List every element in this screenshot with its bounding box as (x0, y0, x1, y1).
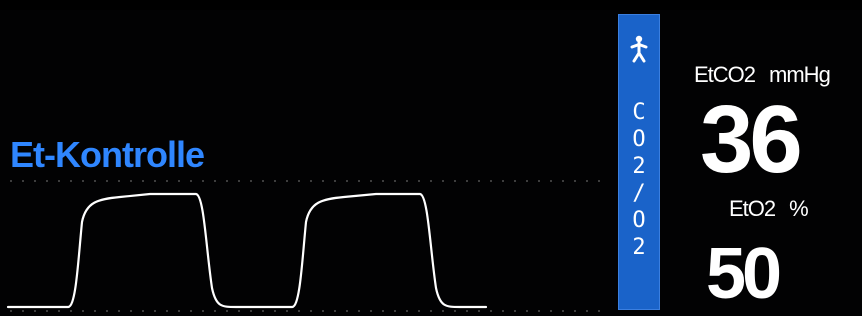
tab-char: O (632, 127, 646, 152)
eto2-unit: % (789, 196, 809, 221)
tab-char: 2 (632, 154, 646, 179)
mode-label: Et-Kontrolle (10, 134, 205, 175)
eto2-value: 50 (706, 234, 782, 314)
tab-char: 2 (632, 235, 646, 260)
tab-char: C (632, 100, 646, 125)
monitor-screen: Et-Kontrolle C O 2 / O 2 EtCO2 mmHg 36 Et… (0, 0, 862, 316)
tab-char: / (632, 181, 646, 206)
tab-char: O (632, 208, 646, 233)
parameter-tab-text: C O 2 / O 2 (632, 99, 645, 261)
eto2-label-row: EtO2% (729, 196, 809, 222)
etco2-label: EtCO2 (694, 62, 756, 87)
patient-icon (630, 35, 648, 63)
capnogram-trace (6, 192, 488, 309)
parameter-tab-co2-o2[interactable]: C O 2 / O 2 (618, 14, 660, 310)
etco2-unit: mmHg (769, 62, 831, 87)
etco2-label-row: EtCO2 mmHg (694, 62, 831, 88)
etco2-value: 36 (700, 86, 803, 193)
eto2-label: EtO2 (729, 196, 776, 221)
